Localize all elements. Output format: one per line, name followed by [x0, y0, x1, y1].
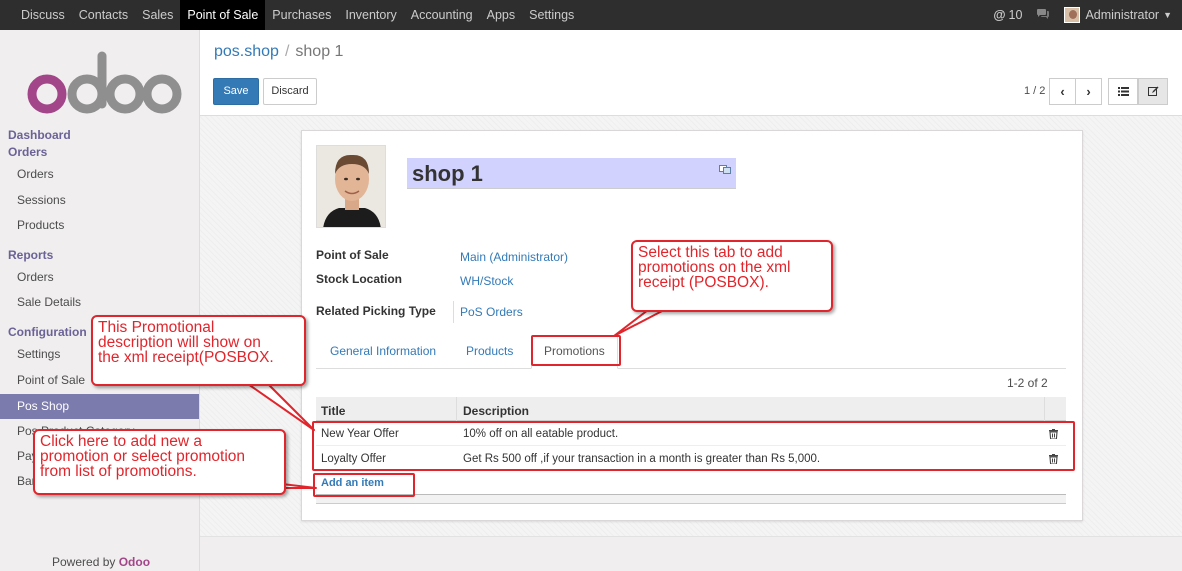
field-divider	[453, 301, 454, 323]
callout-line: Click here to add new a	[40, 433, 202, 450]
shop-image[interactable]	[316, 145, 386, 228]
shop-name: shop 1	[412, 161, 483, 186]
at-icon: @	[993, 8, 1006, 22]
table-footer	[316, 494, 1066, 504]
callout-line: description will show on	[98, 334, 261, 351]
highlight-promotion-rows	[312, 421, 1075, 471]
notification-count: 10	[1008, 8, 1023, 22]
chevron-right-icon: ›	[1086, 84, 1091, 99]
form-view-button[interactable]	[1138, 78, 1168, 105]
menu-discuss[interactable]: Discuss	[14, 0, 72, 30]
sidebar-item-orders[interactable]: Orders	[0, 162, 199, 187]
column-divider	[456, 397, 457, 421]
column-title[interactable]: Title	[321, 404, 345, 418]
notebook-tabs: General Information Products Promotions	[316, 336, 1066, 369]
label-related-picking-type: Related Picking Type	[316, 304, 436, 318]
menu-purchases[interactable]: Purchases	[265, 0, 338, 30]
callout-line: the xml receipt(POSBOX.	[98, 349, 274, 366]
chevron-down-icon: ▼	[1163, 10, 1172, 20]
callout-line: Select this tab to add	[638, 244, 783, 261]
powered-by: Powered by Odoo	[52, 555, 150, 569]
pager-value[interactable]: 1 / 2	[1024, 85, 1045, 97]
footer-strip	[200, 536, 1182, 571]
save-button[interactable]: Save	[213, 78, 259, 105]
sidebar-section-reports: Reports	[8, 248, 54, 262]
breadcrumb-parent[interactable]: pos.shop	[214, 43, 279, 60]
sidebar-item-products[interactable]: Products	[0, 213, 199, 238]
callout-line: promotion or select promotion	[40, 448, 246, 465]
field-related-picking-type[interactable]: PoS Orders	[460, 305, 523, 319]
tab-general-information[interactable]: General Information	[330, 344, 436, 358]
odoo-logo[interactable]	[24, 48, 184, 118]
menu-contacts[interactable]: Contacts	[72, 0, 135, 30]
highlight-add-item	[313, 473, 415, 497]
menu-sales[interactable]: Sales	[135, 0, 180, 30]
menu-apps[interactable]: Apps	[480, 0, 523, 30]
callout-line: from list of promotions.	[40, 463, 197, 480]
callout-line: promotions on the xml	[638, 259, 791, 276]
sidebar-section-dashboard[interactable]: Dashboard	[8, 128, 71, 142]
chevron-left-icon: ‹	[1060, 84, 1065, 99]
callout-line: This Promotional	[98, 319, 215, 336]
menu-point-of-sale[interactable]: Point of Sale	[180, 0, 266, 30]
table-header: Title Description	[316, 397, 1066, 421]
callout-add-item: Click here to add new a promotion or sel…	[33, 429, 286, 495]
callout-line: receipt (POSBOX).	[638, 274, 769, 291]
callout-promotions-tab: Select this tab to add promotions on the…	[631, 240, 833, 312]
breadcrumb: pos.shop / shop 1	[214, 43, 343, 61]
menu-settings[interactable]: Settings	[522, 0, 581, 30]
edit-icon	[1147, 86, 1158, 96]
discard-button[interactable]: Discard	[263, 78, 317, 105]
sidebar-section-configuration: Configuration	[8, 325, 87, 339]
tab-products[interactable]: Products	[466, 344, 513, 358]
breadcrumb-separator: /	[284, 43, 290, 60]
chat-icon[interactable]	[1036, 8, 1050, 23]
column-divider	[1044, 397, 1045, 421]
record-count: 1-2 of 2	[1007, 376, 1048, 390]
breadcrumb-current: shop 1	[295, 43, 344, 60]
label-stock-location: Stock Location	[316, 272, 403, 286]
highlight-promotions-tab	[531, 335, 621, 366]
powered-by-label: Powered by	[52, 555, 116, 569]
menu-accounting[interactable]: Accounting	[404, 0, 480, 30]
column-description[interactable]: Description	[463, 404, 529, 418]
callout-promotion-description: This Promotional description will show o…	[91, 315, 306, 386]
field-stock-location[interactable]: WH/Stock	[460, 274, 513, 288]
translate-icon[interactable]	[719, 163, 731, 175]
user-menu[interactable]: Administrator	[1085, 8, 1159, 22]
label-point-of-sale: Point of Sale	[316, 248, 389, 262]
sidebar-item-report-orders[interactable]: Orders	[0, 265, 199, 290]
main-menu: Discuss Contacts Sales Point of Sale Pur…	[0, 0, 581, 30]
sidebar-item-pos-shop[interactable]: Pos Shop	[0, 394, 199, 419]
sidebar-item-sale-details[interactable]: Sale Details	[0, 290, 199, 315]
user-avatar[interactable]	[1064, 7, 1081, 23]
control-panel: pos.shop / shop 1 Save Discard 1 / 2 ‹ ›	[200, 30, 1182, 116]
list-view-button[interactable]	[1108, 78, 1138, 105]
notifications-button[interactable]: @ 10	[993, 8, 1022, 22]
field-point-of-sale[interactable]: Main (Administrator)	[460, 250, 568, 264]
menu-inventory[interactable]: Inventory	[338, 0, 403, 30]
sidebar-item-sessions[interactable]: Sessions	[0, 188, 199, 213]
top-navbar: Discuss Contacts Sales Point of Sale Pur…	[0, 0, 1182, 30]
shop-name-field[interactable]: shop 1	[407, 158, 736, 189]
sidebar-section-orders: Orders	[8, 145, 48, 159]
pager-previous-button[interactable]: ‹	[1049, 78, 1076, 105]
powered-by-brand[interactable]: Odoo	[119, 555, 150, 569]
pager-next-button[interactable]: ›	[1075, 78, 1102, 105]
list-icon	[1117, 87, 1129, 96]
